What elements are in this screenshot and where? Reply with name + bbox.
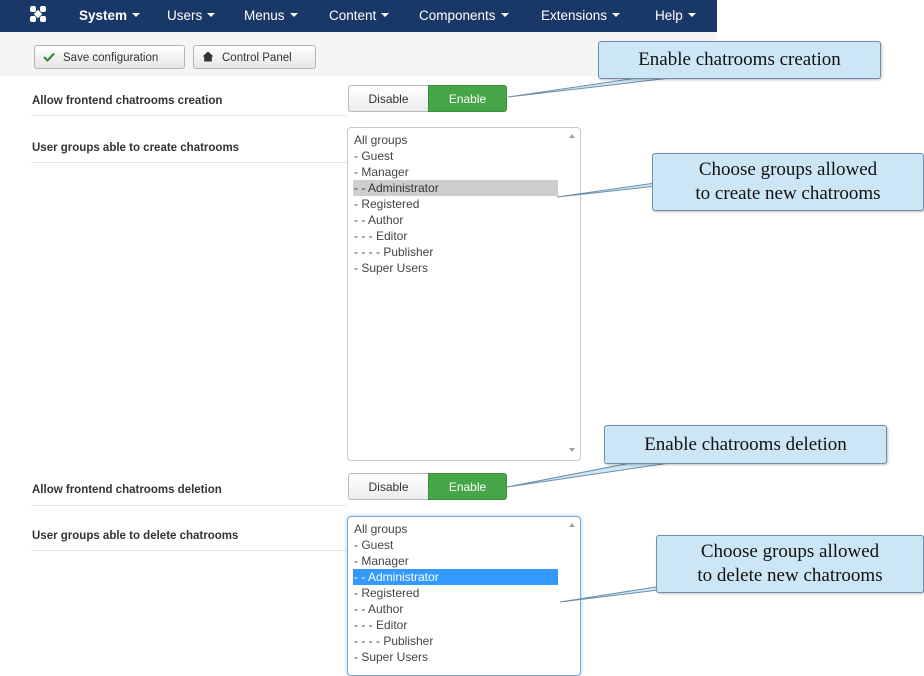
allow-creation-label: Allow frontend chatrooms creation	[32, 95, 223, 107]
callout-pointer	[507, 75, 689, 98]
list-option[interactable]: All groups	[353, 132, 558, 148]
caret-down-icon	[289, 13, 298, 18]
nav-menu-extensions[interactable]: Extensions	[541, 0, 621, 32]
delete-groups-listbox[interactable]: All groups - Guest - Manager - - Adminis…	[347, 516, 581, 676]
caret-down-icon	[132, 13, 141, 18]
save-configuration-button[interactable]: Save configuration	[34, 45, 185, 69]
list-option[interactable]: - Registered	[353, 585, 558, 601]
allow-deletion-enable-button[interactable]: Enable	[428, 473, 507, 500]
list-option[interactable]: - Manager	[353, 164, 558, 180]
top-navbar: System Users Menus Content Components Ex…	[0, 0, 717, 32]
list-option[interactable]: - Guest	[353, 537, 558, 553]
callout-choose-create-groups: Choose groups allowed to create new chat…	[652, 153, 924, 211]
list-option[interactable]: - Super Users	[353, 649, 558, 665]
list-option[interactable]: - - - Editor	[353, 617, 558, 633]
list-option-selected[interactable]: - - Administrator	[353, 569, 558, 585]
callout-choose-delete-groups: Choose groups allowed to delete new chat…	[656, 535, 924, 593]
divider	[31, 505, 347, 506]
nav-menu-menus[interactable]: Menus	[244, 0, 298, 32]
list-option[interactable]: - - Author	[353, 601, 558, 617]
list-option[interactable]: All groups	[353, 521, 558, 537]
list-option[interactable]: - Super Users	[353, 260, 558, 276]
list-option[interactable]: - Manager	[353, 553, 558, 569]
nav-menu-help[interactable]: Help	[655, 0, 696, 32]
allow-creation-enable-button[interactable]: Enable	[428, 85, 507, 112]
list-option[interactable]: - Registered	[353, 196, 558, 212]
control-panel-button[interactable]: Control Panel	[193, 45, 316, 69]
create-groups-label: User groups able to create chatrooms	[32, 142, 240, 154]
joomla-logo-icon[interactable]	[27, 3, 49, 25]
callout-pointer	[506, 459, 691, 488]
callout-enable-deletion: Enable chatrooms deletion	[604, 425, 887, 464]
create-groups-listbox[interactable]: All groups - Guest - Manager - - Adminis…	[347, 127, 581, 461]
caret-down-icon	[612, 13, 621, 18]
caret-down-icon	[207, 13, 216, 18]
caret-down-icon	[500, 13, 509, 18]
callout-enable-creation: Enable chatrooms creation	[598, 41, 881, 79]
delete-groups-label: User groups able to delete chatrooms	[32, 530, 239, 542]
list-option[interactable]: - - - - Publisher	[353, 633, 558, 649]
listbox-scrollbar[interactable]	[564, 128, 580, 460]
allow-deletion-disable-button[interactable]: Disable	[348, 473, 428, 500]
list-option[interactable]: - Guest	[353, 148, 558, 164]
allow-deletion-label: Allow frontend chatrooms deletion	[32, 484, 222, 496]
divider	[31, 162, 347, 163]
checkmark-icon	[35, 46, 63, 70]
list-option[interactable]: - - - Editor	[353, 228, 558, 244]
home-icon	[194, 46, 222, 70]
caret-down-icon	[381, 13, 390, 18]
nav-menu-components[interactable]: Components	[419, 0, 509, 32]
nav-menu-content[interactable]: Content	[329, 0, 390, 32]
divider	[31, 550, 347, 551]
caret-down-icon	[687, 13, 696, 18]
list-option-selected[interactable]: - - Administrator	[353, 180, 558, 196]
divider	[31, 115, 347, 116]
list-option[interactable]: - - Author	[353, 212, 558, 228]
scroll-down-icon[interactable]	[569, 448, 575, 452]
scroll-up-icon[interactable]	[569, 523, 575, 527]
allow-creation-disable-button[interactable]: Disable	[348, 85, 428, 112]
scroll-up-icon[interactable]	[569, 134, 575, 138]
list-option[interactable]: - - - - Publisher	[353, 244, 558, 260]
nav-menu-system[interactable]: System	[79, 0, 141, 32]
nav-menu-users[interactable]: Users	[167, 0, 216, 32]
listbox-scrollbar[interactable]	[564, 517, 580, 675]
